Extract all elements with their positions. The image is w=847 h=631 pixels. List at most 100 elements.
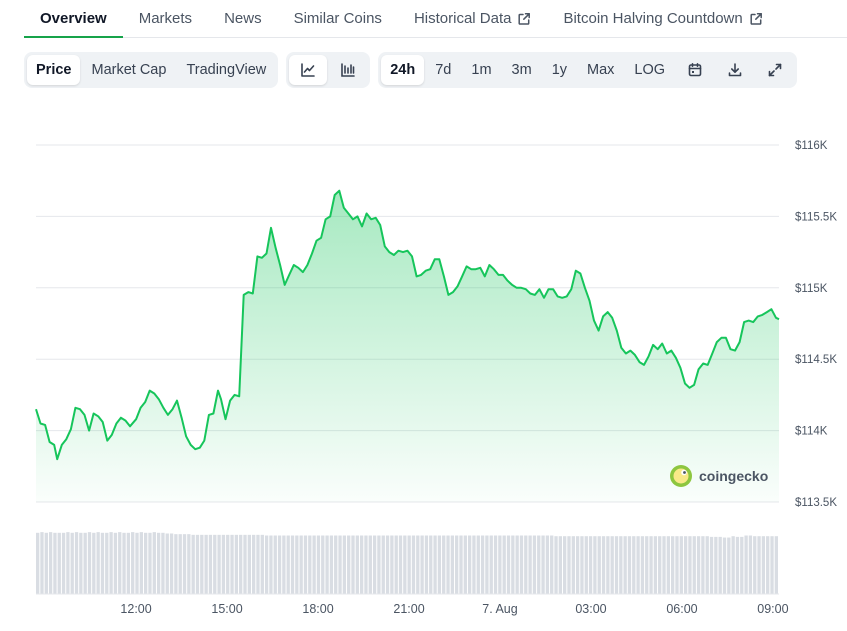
- tab-historical-data[interactable]: Historical Data: [398, 0, 548, 37]
- volume-bar: [191, 534, 195, 594]
- range-3m-button[interactable]: 3m: [503, 55, 541, 85]
- volume-bar: [571, 536, 575, 594]
- volume-bar: [753, 536, 757, 594]
- volume-bar: [355, 535, 359, 594]
- volume-bar: [364, 535, 368, 594]
- volume-bar: [640, 536, 645, 594]
- volume-bar: [187, 534, 191, 594]
- volume-bar: [338, 535, 342, 594]
- chart-toolbar: Price Market Cap TradingView 24h 7d 1m 3m 1y Ma…: [24, 52, 798, 88]
- y-axis: $113.5K $114K $114.5K $115K $115.5K $116K: [795, 140, 837, 509]
- volume-bar: [649, 536, 653, 594]
- range-1y-button[interactable]: 1y: [543, 55, 576, 85]
- watermark-text: coingecko: [699, 468, 768, 484]
- volume-bar: [208, 534, 213, 594]
- volume-bar: [675, 536, 679, 594]
- volume-bar: [277, 535, 282, 594]
- x-tick-label: 15:00: [211, 602, 242, 616]
- x-tick-label: 03:00: [575, 602, 606, 616]
- x-tick-label: 09:00: [757, 602, 788, 616]
- volume-bar: [286, 535, 290, 594]
- volume-bar: [118, 532, 122, 594]
- tab-bitcoin-halving-countdown[interactable]: Bitcoin Halving Countdown: [547, 0, 778, 37]
- volume-bar: [593, 536, 597, 594]
- volume-bar: [398, 535, 403, 594]
- range-max-button[interactable]: Max: [578, 55, 623, 85]
- coingecko-watermark: coingecko: [670, 465, 768, 487]
- volume-bar: [342, 535, 347, 594]
- y-tick-label: $113.5K: [795, 497, 837, 509]
- volume-bar: [394, 535, 398, 594]
- x-tick-label: 12:00: [120, 602, 151, 616]
- volume-bar: [135, 532, 139, 594]
- volume-bar: [627, 536, 632, 594]
- volume-bar: [541, 535, 545, 594]
- candlestick-chart-icon[interactable]: [329, 55, 367, 85]
- volume-bar: [221, 534, 226, 594]
- volume-bar: [148, 532, 152, 594]
- volume-bar: [87, 532, 92, 594]
- volume-bar: [226, 534, 230, 594]
- volume-bar: [632, 536, 636, 594]
- view-market-cap-button[interactable]: Market Cap: [82, 55, 175, 85]
- tab-news[interactable]: News: [208, 0, 278, 37]
- fullscreen-icon: [767, 62, 783, 78]
- x-tick-label: 21:00: [393, 602, 424, 616]
- range-switcher: 24h 7d 1m 3m 1y Max LOG: [378, 52, 798, 88]
- fullscreen-button[interactable]: [756, 55, 794, 85]
- range-24h-button[interactable]: 24h: [381, 55, 425, 85]
- volume-bar: [636, 536, 640, 594]
- volume-bar: [502, 535, 506, 594]
- volume-bar: [195, 534, 200, 594]
- range-log-button[interactable]: LOG: [625, 55, 674, 85]
- volume-bar: [519, 535, 524, 594]
- line-chart-icon[interactable]: [289, 55, 328, 85]
- x-tick-label: 18:00: [302, 602, 333, 616]
- volume-bar: [165, 533, 169, 594]
- download-button[interactable]: [716, 55, 754, 85]
- tab-label: Similar Coins: [293, 10, 382, 27]
- tab-markets[interactable]: Markets: [123, 0, 208, 37]
- range-7d-button[interactable]: 7d: [426, 55, 460, 85]
- volume-bar: [506, 535, 511, 594]
- volume-bar: [459, 535, 463, 594]
- view-tradingview-button[interactable]: TradingView: [177, 55, 275, 85]
- external-link-icon: [517, 12, 531, 26]
- volume-bar: [485, 535, 489, 594]
- volume-bar: [455, 535, 459, 594]
- tab-overview[interactable]: Overview: [24, 0, 123, 38]
- x-axis: 12:00 15:00 18:00 21:00 7. Aug 03:00 06:00 09:0…: [120, 602, 788, 616]
- volume-bar: [57, 532, 61, 594]
- volume-bar: [299, 535, 303, 594]
- view-switcher: Price Market Cap TradingView: [24, 52, 279, 88]
- range-1m-button[interactable]: 1m: [462, 55, 500, 85]
- volume-bar: [424, 535, 429, 594]
- volume-bar: [44, 532, 48, 594]
- volume-bar: [92, 532, 96, 594]
- volume-bar: [113, 532, 118, 594]
- volume-bar: [450, 535, 455, 594]
- volume-bar: [671, 536, 675, 594]
- volume-bar: [234, 534, 239, 594]
- chart-type-switcher: [286, 52, 371, 88]
- volume-bar: [757, 536, 761, 594]
- volume-bar: [774, 536, 778, 594]
- volume-bar: [303, 535, 308, 594]
- calendar-icon: [687, 62, 703, 78]
- volume-bar: [623, 536, 627, 594]
- tab-similar-coins[interactable]: Similar Coins: [278, 0, 398, 37]
- calendar-button[interactable]: [676, 55, 714, 85]
- volume-bar: [79, 532, 83, 594]
- volume-bar: [766, 536, 770, 594]
- volume-bar: [709, 536, 714, 594]
- price-chart[interactable]: $113.5K $114K $114.5K $115K $115.5K $116K 12:…: [0, 100, 847, 631]
- volume-bar: [748, 535, 753, 594]
- y-tick-label: $115K: [795, 283, 828, 295]
- volume-bar: [511, 535, 515, 594]
- volume-bar: [372, 535, 377, 594]
- volume-bar: [524, 535, 528, 594]
- volume-bar: [61, 532, 66, 594]
- volume-bar: [550, 535, 554, 594]
- view-price-button[interactable]: Price: [27, 55, 81, 85]
- volume-bar: [96, 532, 100, 594]
